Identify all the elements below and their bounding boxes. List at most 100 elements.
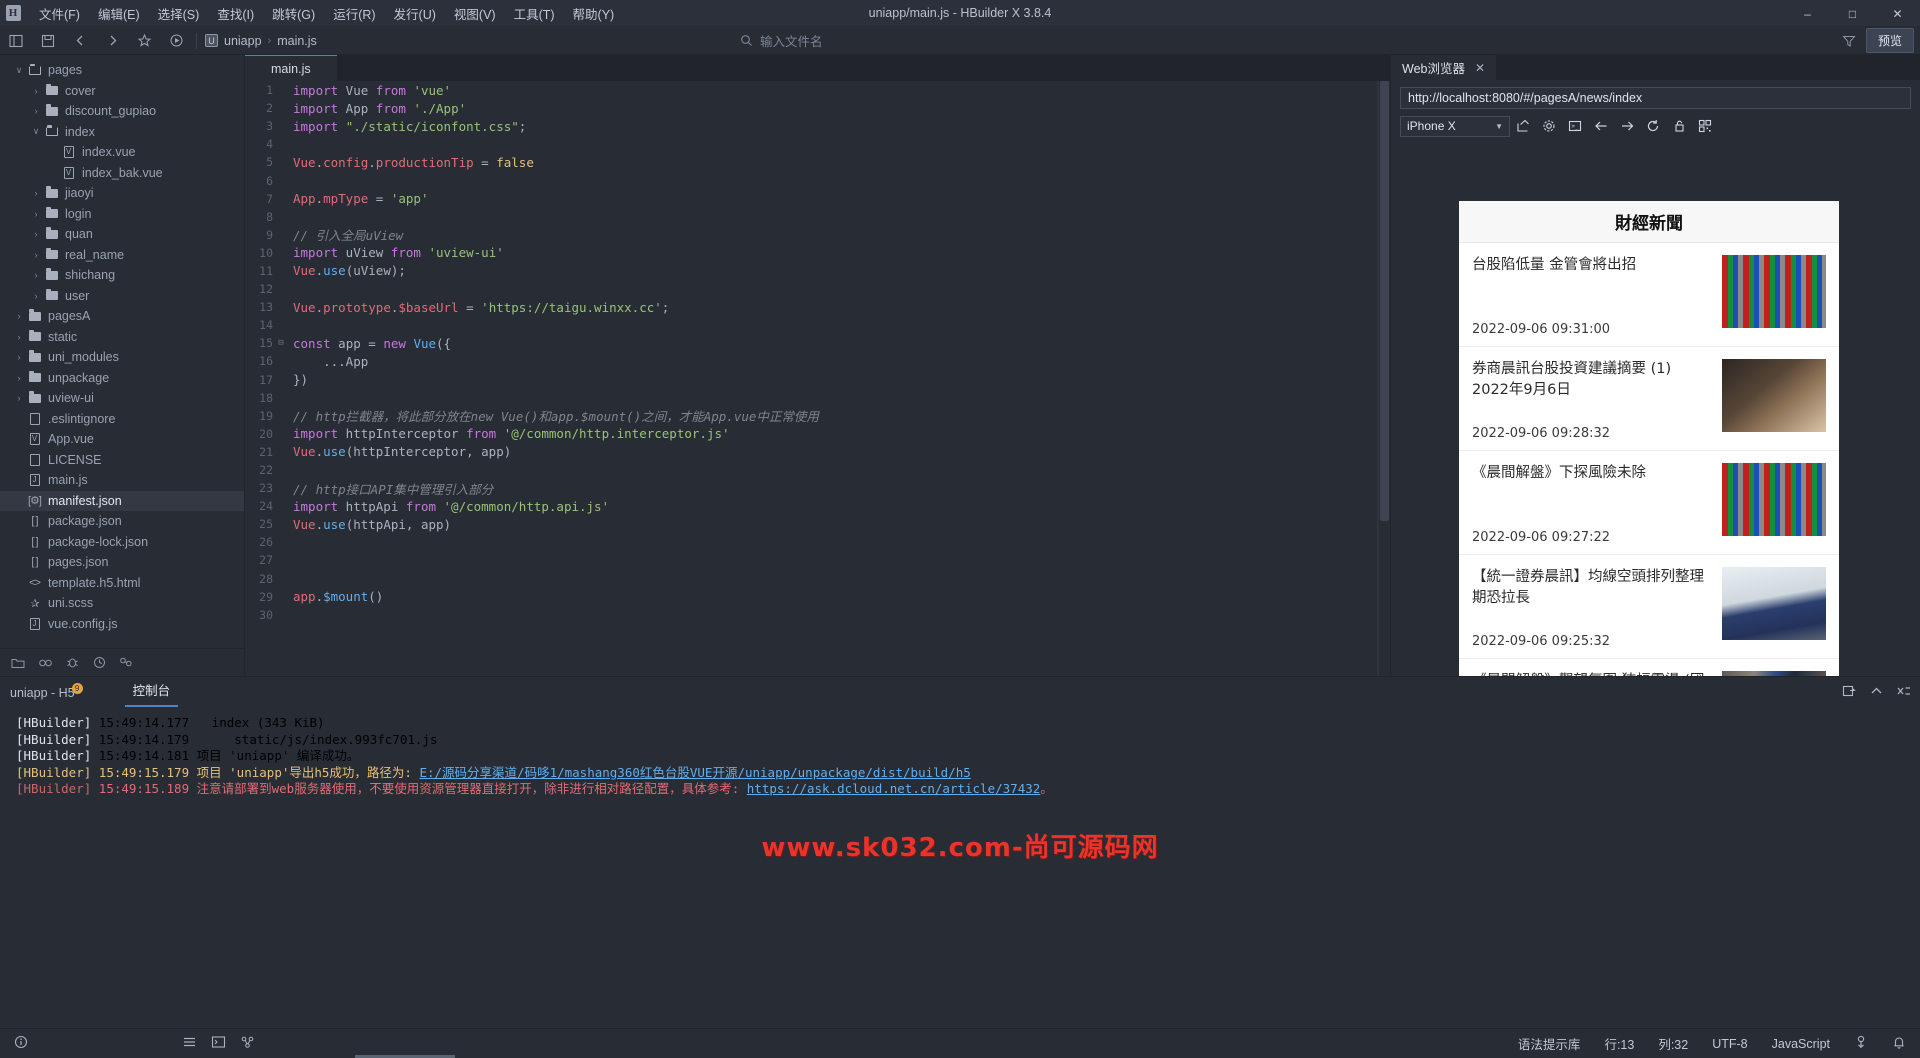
link-icon[interactable] <box>33 652 57 674</box>
code-line[interactable]: 7 App.mpType = 'app' <box>245 190 1390 208</box>
cursor-line[interactable]: 行:13 <box>1604 1034 1634 1053</box>
settings-icon[interactable] <box>1536 115 1562 137</box>
code-line[interactable]: 8 <box>245 208 1390 226</box>
tree-item-pages-json[interactable]: › [ ] pages.json <box>0 552 244 573</box>
chevron-right-icon[interactable]: › <box>29 229 43 239</box>
code-line[interactable]: 11 Vue.use(uView); <box>245 262 1390 280</box>
tab-console[interactable]: 控制台 <box>124 680 179 707</box>
code-line[interactable]: 22 <box>245 461 1390 479</box>
tree-item-template-h5-html[interactable]: ›<> template.h5.html <box>0 573 244 594</box>
tree-item--eslintignore[interactable]: › .eslintignore <box>0 409 244 430</box>
news-item[interactable]: 《晨間解盤》下探風險未除 2022-09-06 09:27:22 <box>1459 451 1839 555</box>
file-search[interactable]: 输入文件名 <box>740 31 823 50</box>
menu-select[interactable]: 选择(S) <box>149 0 209 27</box>
maximize-button[interactable]: □ <box>1830 0 1875 27</box>
tree-item-shichang[interactable]: › shichang <box>0 265 244 286</box>
code-line[interactable]: 24 import httpApi from '@/common/http.api… <box>245 497 1390 515</box>
code-editor[interactable]: main.js 1 import Vue from 'vue' 2 import Ap… <box>245 55 1390 676</box>
sidebar-toggle-icon[interactable] <box>0 28 32 54</box>
code-line[interactable]: 2 import App from './App' <box>245 99 1390 117</box>
menu-goto[interactable]: 跳转(G) <box>263 0 324 27</box>
menu-edit[interactable]: 编辑(E) <box>89 0 149 27</box>
code-line[interactable]: 20 import httpInterceptor from '@/common/… <box>245 425 1390 443</box>
code-line[interactable]: 15 ⊟ const app = new Vue({ <box>245 334 1390 352</box>
tree-item-pages[interactable]: ∨ pages <box>0 60 244 81</box>
filter-icon[interactable] <box>1842 34 1856 48</box>
news-item[interactable]: 券商晨訊台股投資建議摘要 (1) 2022年9月6日 2022-09-06 09:… <box>1459 347 1839 451</box>
editor-scrollbar[interactable] <box>1379 81 1390 676</box>
code-line[interactable]: 3 import "./static/iconfont.css"; <box>245 117 1390 135</box>
browser-forward-icon[interactable] <box>1614 115 1640 137</box>
tree-item-unpackage[interactable]: › unpackage <box>0 368 244 389</box>
code-line[interactable]: 4 <box>245 135 1390 153</box>
chevron-down-icon[interactable]: ∨ <box>29 126 43 137</box>
editor-scroll-thumb[interactable] <box>1380 81 1389 521</box>
download-icon[interactable] <box>1854 1035 1868 1053</box>
menu-tools[interactable]: 工具(T) <box>505 0 564 27</box>
tree-item-main-js[interactable]: › main.js <box>0 470 244 491</box>
browser-tab[interactable]: Web浏览器 ✕ <box>1391 55 1497 80</box>
tree-item-manifest-json[interactable]: ›[⚙] manifest.json <box>0 490 244 511</box>
code-content[interactable]: 1 import Vue from 'vue' 2 import App from '… <box>245 81 1390 676</box>
tree-item-pagesa[interactable]: › pagesA <box>0 306 244 327</box>
code-line[interactable]: 26 <box>245 533 1390 551</box>
minimize-button[interactable]: – <box>1785 0 1830 27</box>
tree-item-index[interactable]: ∨ index <box>0 122 244 143</box>
tree-item-vue-config-js[interactable]: › vue.config.js <box>0 614 244 635</box>
tree-item-license[interactable]: › LICENSE <box>0 450 244 471</box>
syntax-library-label[interactable]: 语法提示库 <box>1518 1034 1581 1053</box>
code-line[interactable]: 6 <box>245 171 1390 189</box>
code-line[interactable]: 12 <box>245 280 1390 298</box>
tree-item-package-json[interactable]: › [ ] package.json <box>0 511 244 532</box>
tree-item-static[interactable]: › static <box>0 327 244 348</box>
preview-button[interactable]: 预览 <box>1865 28 1914 53</box>
chevron-right-icon[interactable]: › <box>12 311 26 321</box>
tree-item-package-lock-json[interactable]: › [ ] package-lock.json <box>0 532 244 553</box>
chevron-right-icon[interactable]: › <box>29 188 43 198</box>
tree-item-index-vue[interactable]: › index.vue <box>0 142 244 163</box>
code-line[interactable]: 18 <box>245 389 1390 407</box>
menu-help[interactable]: 帮助(Y) <box>564 0 624 27</box>
code-line[interactable]: 13 Vue.prototype.$baseUrl = 'https://taig… <box>245 298 1390 316</box>
tree-item-uni-modules[interactable]: › uni_modules <box>0 347 244 368</box>
address-bar[interactable]: http://localhost:8080/#/pagesA/news/inde… <box>1400 87 1911 109</box>
tree-item-cover[interactable]: › cover <box>0 81 244 102</box>
run-icon[interactable] <box>160 28 192 54</box>
clock-icon[interactable] <box>87 652 111 674</box>
project-icon[interactable] <box>6 652 30 674</box>
code-line[interactable]: 9 // 引入全局uView <box>245 226 1390 244</box>
code-line[interactable]: 25 Vue.use(httpApi, app) <box>245 515 1390 533</box>
console-project-label[interactable]: uniapp - H5 9 <box>10 683 83 707</box>
breadcrumb-project[interactable]: uniapp <box>224 34 262 48</box>
qr-icon[interactable] <box>1692 115 1718 137</box>
chevron-right-icon[interactable]: › <box>12 393 26 403</box>
device-selector[interactable]: iPhone X ▼ <box>1400 115 1510 137</box>
reload-icon[interactable] <box>1640 115 1666 137</box>
menu-file[interactable]: 文件(F) <box>30 0 89 27</box>
open-external-icon[interactable] <box>1510 115 1536 137</box>
code-line[interactable]: 16 ...App <box>245 352 1390 370</box>
chevron-right-icon[interactable]: › <box>29 250 43 260</box>
console-link[interactable]: https://ask.dcloud.net.cn/article/37432 <box>747 781 1041 796</box>
tree-item-login[interactable]: › login <box>0 204 244 225</box>
close-icon[interactable]: ✕ <box>1475 61 1485 75</box>
code-line[interactable]: 5 Vue.config.productionTip = false <box>245 153 1390 171</box>
tree-item-uview-ui[interactable]: › uview-ui <box>0 388 244 409</box>
collapse-icon[interactable] <box>1869 684 1884 701</box>
code-line[interactable]: 23 // http接口API集中管理引入部分 <box>245 479 1390 497</box>
tree-item-user[interactable]: › user <box>0 286 244 307</box>
tree-item-real-name[interactable]: › real_name <box>0 245 244 266</box>
save-icon[interactable] <box>32 28 64 54</box>
news-item[interactable]: 【統一證券晨訊】均線空頭排列整理期恐拉長 2022-09-06 09:25:32 <box>1459 555 1839 659</box>
chevron-right-icon[interactable]: › <box>29 209 43 219</box>
bug-icon[interactable] <box>60 652 84 674</box>
close-button[interactable]: ✕ <box>1875 0 1920 27</box>
project-explorer[interactable]: ∨ pages › cover › discount_gupiao ∨ index › index… <box>0 55 245 676</box>
menu-view[interactable]: 视图(V) <box>445 0 505 27</box>
console-icon[interactable]: >_ <box>1562 115 1588 137</box>
forward-icon[interactable] <box>96 28 128 54</box>
cursor-column[interactable]: 列:32 <box>1658 1034 1688 1053</box>
news-item[interactable]: 台股陷低量 金管會將出招 2022-09-06 09:31:00 <box>1459 243 1839 347</box>
code-line[interactable]: 21 Vue.use(httpInterceptor, app) <box>245 443 1390 461</box>
bell-icon[interactable] <box>1892 1035 1906 1053</box>
